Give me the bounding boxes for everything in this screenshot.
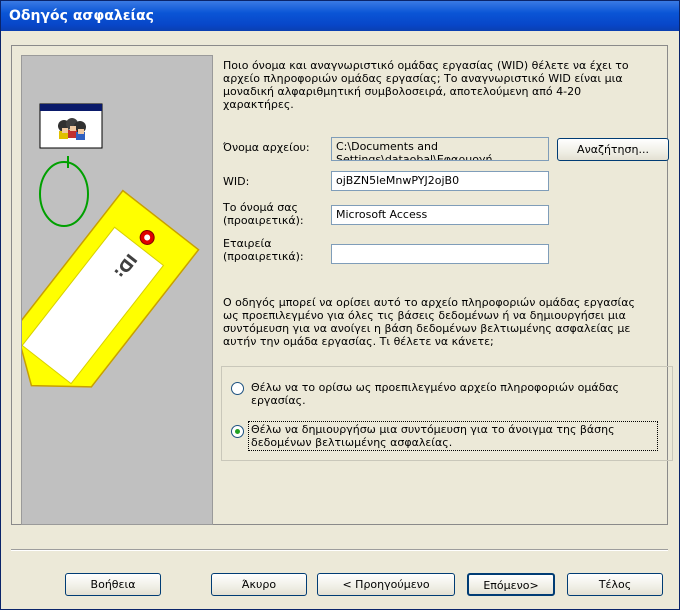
browse-button[interactable]: Αναζήτηση... — [557, 138, 669, 161]
cancel-button[interactable]: Άκυρο — [211, 573, 307, 596]
name-label: Το όνομά σας (προαιρετικά): — [223, 201, 304, 227]
option-shortcut-radio[interactable] — [231, 425, 244, 438]
back-button[interactable]: < Προηγούμενο — [317, 573, 455, 596]
finish-button[interactable]: Τέλος — [567, 573, 663, 596]
users-icon — [58, 118, 86, 140]
company-input[interactable] — [331, 244, 549, 264]
info-text: Ο οδηγός μπορεί να ορίσει αυτό το αρχείο… — [223, 296, 635, 348]
back-button-label: < Προηγούμενο — [342, 578, 430, 591]
radio-selected-dot — [235, 429, 240, 434]
workgroup-tag-illustration: ID: — [14, 103, 200, 388]
filename-field: C:\Documents and Settings\dataobal\Εφαρμ… — [331, 137, 549, 161]
browse-button-label: Αναζήτηση... — [577, 143, 649, 156]
button-separator — [11, 549, 668, 551]
next-button[interactable]: Επόμενο> — [467, 573, 555, 596]
help-button-label: Βοήθεια — [90, 578, 136, 591]
help-button[interactable]: Βοήθεια — [65, 573, 161, 596]
option-default-radio[interactable] — [231, 382, 244, 395]
next-button-label: Επόμενο> — [483, 579, 539, 592]
intro-text: Ποιο όνομα και αναγνωριστικό ομάδας εργα… — [223, 59, 629, 111]
window-title: Οδηγός ασφαλείας — [9, 8, 154, 24]
wid-input[interactable]: ojBZN5leMnwPYJ2ojB0 — [331, 171, 549, 191]
option-shortcut-label[interactable]: Θέλω να δημιουργήσω μια συντόμευση για τ… — [248, 421, 658, 451]
finish-button-label: Τέλος — [598, 578, 632, 591]
illustration-panel: ID: — [14, 55, 213, 525]
wid-label: WID: — [223, 175, 250, 188]
name-input[interactable]: Microsoft Access — [331, 205, 549, 225]
filename-label: Όνομα αρχείου: — [223, 141, 310, 154]
option-default-label[interactable]: Θέλω να το ορίσω ως προεπιλεγμένο αρχείο… — [251, 381, 651, 407]
title-bar[interactable]: Οδηγός ασφαλείας — [1, 1, 679, 31]
cancel-button-label: Άκυρο — [241, 578, 277, 591]
company-label: Εταιρεία (προαιρετικά): — [223, 237, 304, 263]
security-wizard-window: Οδηγός ασφαλείας ID: Ποιο όνομα και αναγ… — [0, 0, 680, 610]
